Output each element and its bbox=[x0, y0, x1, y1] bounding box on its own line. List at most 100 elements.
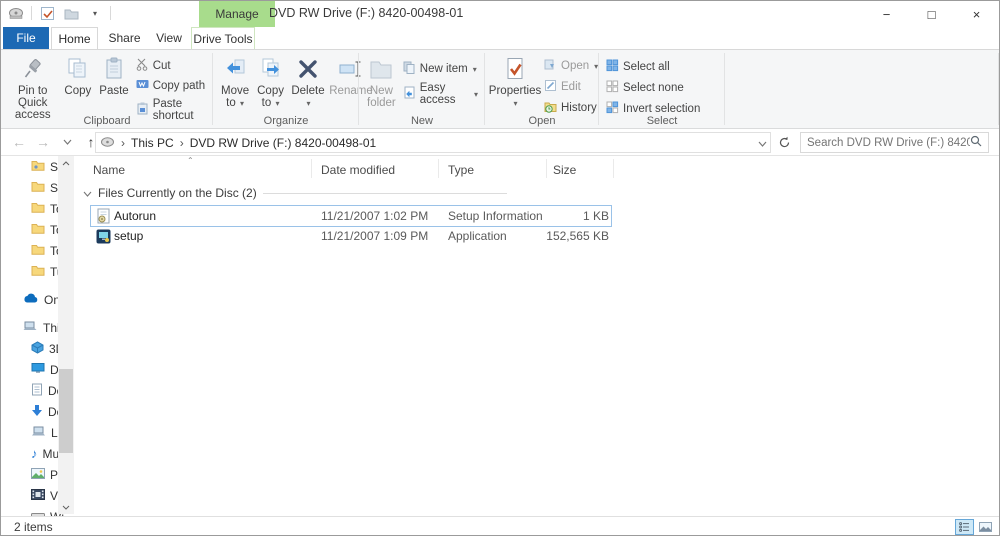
file-list-pane: ⌃ Name Date modified Type Size Files Cur… bbox=[77, 156, 999, 516]
folder-icon bbox=[31, 201, 45, 216]
breadcrumb-this-pc[interactable]: This PC bbox=[131, 136, 174, 150]
tab-file[interactable]: File bbox=[3, 27, 49, 49]
tab-drive-tools[interactable]: Drive Tools bbox=[191, 27, 255, 49]
select-none-button[interactable]: Select none bbox=[603, 79, 703, 97]
edit-button[interactable]: Edit bbox=[541, 78, 601, 96]
copy-path-button[interactable]: Copy path bbox=[133, 78, 209, 94]
copy-button[interactable]: Copy bbox=[60, 52, 95, 100]
copy-to-button[interactable]: Copy to ▾ bbox=[253, 52, 288, 113]
qat-customize-dropdown-icon[interactable]: ▾ bbox=[86, 4, 104, 22]
downloads-icon bbox=[31, 404, 43, 420]
chevron-down-icon[interactable] bbox=[83, 186, 92, 200]
large-icons-view-button[interactable] bbox=[976, 519, 995, 535]
minimize-button[interactable]: − bbox=[864, 1, 909, 27]
copy-label: Copy bbox=[64, 85, 91, 97]
breadcrumb-current-drive[interactable]: DVD RW Drive (F:) 8420-00498-01 bbox=[190, 136, 377, 150]
search-icon[interactable] bbox=[970, 135, 982, 150]
dropdown-arrow-icon: ▾ bbox=[240, 99, 244, 108]
move-to-button[interactable]: Move to ▾ bbox=[217, 52, 253, 113]
tab-view[interactable]: View bbox=[150, 27, 188, 49]
documents-icon bbox=[31, 383, 43, 399]
scroll-down-icon[interactable] bbox=[58, 500, 74, 514]
folder-icon bbox=[31, 180, 45, 195]
easy-access-label: Easy access bbox=[420, 82, 469, 106]
new-folder-label: New folder bbox=[367, 85, 396, 109]
column-separator[interactable] bbox=[613, 159, 614, 178]
table-row-autorun[interactable]: Autorun 11/21/2007 1:02 PM Setup Informa… bbox=[91, 206, 611, 226]
videos-icon bbox=[31, 489, 45, 503]
column-header-date-modified[interactable]: Date modified bbox=[321, 163, 395, 177]
folder-icon bbox=[31, 243, 45, 258]
table-row-setup[interactable]: setup 11/21/2007 1:09 PM Application 152… bbox=[91, 226, 611, 246]
select-none-icon bbox=[606, 80, 619, 96]
move-to-label: Move to ▾ bbox=[221, 85, 249, 110]
recent-locations-chevron-icon[interactable] bbox=[55, 131, 79, 153]
properties-button[interactable]: Properties▾ bbox=[489, 52, 541, 113]
easy-access-button[interactable]: Easy access ▾ bbox=[400, 81, 481, 107]
qat-separator-2 bbox=[110, 6, 111, 20]
dropdown-arrow-icon: ▾ bbox=[514, 99, 518, 108]
pin-to-quick-access-button[interactable]: Pin to Quick access bbox=[5, 52, 60, 124]
pin-icon bbox=[22, 55, 44, 83]
cut-button[interactable]: Cut bbox=[133, 57, 209, 75]
address-row: ← → ↑ › This PC › DVD RW Drive (F:) 8420… bbox=[1, 129, 999, 156]
history-label: History bbox=[561, 102, 597, 114]
clipboard-small-buttons: Cut Copy path Paste shortcut bbox=[133, 52, 209, 123]
back-button[interactable]: ← bbox=[7, 131, 31, 153]
column-headers: ⌃ Name Date modified Type Size bbox=[77, 156, 999, 182]
qat-separator bbox=[31, 6, 32, 20]
manage-contextual-header: Manage bbox=[199, 1, 275, 27]
window-controls: − □ × bbox=[864, 1, 999, 27]
tab-share[interactable]: Share bbox=[101, 27, 148, 49]
ribbon-group-organize: Move to ▾ Copy to ▾ Delete▾ Rename bbox=[213, 50, 359, 128]
items-count: 2 items bbox=[14, 520, 53, 534]
maximize-button[interactable]: □ bbox=[909, 1, 954, 27]
column-header-type[interactable]: Type bbox=[448, 163, 474, 177]
address-bar[interactable]: › This PC › DVD RW Drive (F:) 8420-00498… bbox=[95, 132, 771, 153]
file-group-header[interactable]: Files Currently on the Disc (2) bbox=[83, 186, 507, 200]
cut-icon bbox=[136, 58, 149, 74]
setup-information-icon bbox=[95, 208, 111, 224]
select-group-label: Select bbox=[599, 115, 725, 127]
scrollbar-thumb[interactable] bbox=[59, 369, 73, 453]
column-header-name[interactable]: Name bbox=[93, 163, 125, 177]
new-small-buttons: New item ▾ Easy access ▾ bbox=[400, 52, 481, 107]
details-view-button[interactable] bbox=[955, 519, 974, 535]
close-button[interactable]: × bbox=[954, 1, 999, 27]
file-name[interactable]: setup bbox=[114, 229, 143, 243]
scroll-up-icon[interactable] bbox=[58, 156, 74, 170]
dropdown-arrow-icon: ▾ bbox=[473, 65, 477, 74]
refresh-button[interactable] bbox=[774, 132, 794, 153]
search-input[interactable] bbox=[807, 137, 970, 149]
new-group-label: New bbox=[359, 115, 485, 127]
qat-new-folder-icon[interactable] bbox=[62, 4, 80, 22]
qat-properties-icon[interactable] bbox=[38, 4, 56, 22]
title-bar: ▾ Manage DVD RW Drive (F:) 8420-00498-01… bbox=[1, 1, 999, 27]
edit-label: Edit bbox=[561, 81, 581, 93]
breadcrumb-separator: › bbox=[121, 136, 125, 150]
new-item-icon bbox=[403, 61, 416, 77]
tab-home[interactable]: Home bbox=[51, 27, 98, 49]
open-button[interactable]: Open ▾ bbox=[541, 57, 601, 75]
column-header-size[interactable]: Size bbox=[553, 163, 576, 177]
invert-selection-label: Invert selection bbox=[623, 103, 700, 115]
cut-label: Cut bbox=[153, 60, 171, 72]
column-separator[interactable] bbox=[546, 159, 547, 178]
new-folder-button[interactable]: New folder bbox=[363, 52, 400, 112]
sort-ascending-icon: ⌃ bbox=[187, 156, 194, 165]
file-date-modified: 11/21/2007 1:09 PM bbox=[321, 229, 428, 243]
paste-button[interactable]: Paste bbox=[95, 52, 132, 100]
music-icon: ♪ bbox=[31, 446, 38, 461]
new-item-button[interactable]: New item ▾ bbox=[400, 60, 481, 78]
column-separator[interactable] bbox=[438, 159, 439, 178]
folder-icon bbox=[31, 264, 45, 279]
sidebar-scrollbar[interactable] bbox=[58, 156, 74, 514]
column-separator[interactable] bbox=[311, 159, 312, 178]
address-dropdown-chevron-icon[interactable] bbox=[758, 136, 767, 150]
desktop-icon bbox=[31, 362, 45, 377]
delete-button[interactable]: Delete▾ bbox=[288, 52, 328, 113]
file-name[interactable]: Autorun bbox=[114, 209, 156, 223]
forward-button[interactable]: → bbox=[31, 131, 55, 153]
select-all-button[interactable]: Select all bbox=[603, 58, 703, 76]
application-icon bbox=[95, 228, 111, 244]
